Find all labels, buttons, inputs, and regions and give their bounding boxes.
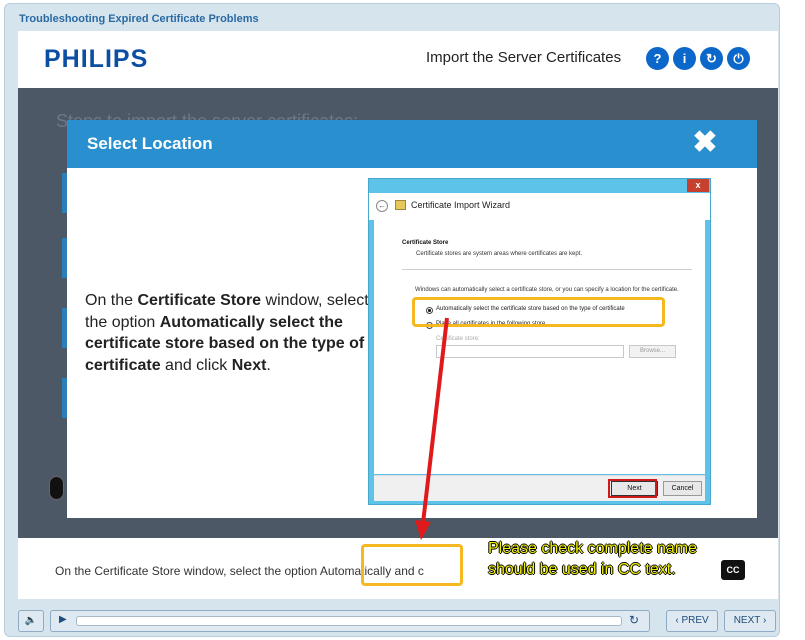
arrow-shaft bbox=[421, 317, 449, 524]
annotation-line: Please check complete name bbox=[488, 540, 697, 557]
arrow-head bbox=[415, 520, 431, 540]
cc-button[interactable]: CC bbox=[721, 560, 745, 580]
annotation-line: should be used in CC text. bbox=[488, 561, 676, 578]
review-annotation: Please check complete name should be use… bbox=[488, 538, 746, 580]
